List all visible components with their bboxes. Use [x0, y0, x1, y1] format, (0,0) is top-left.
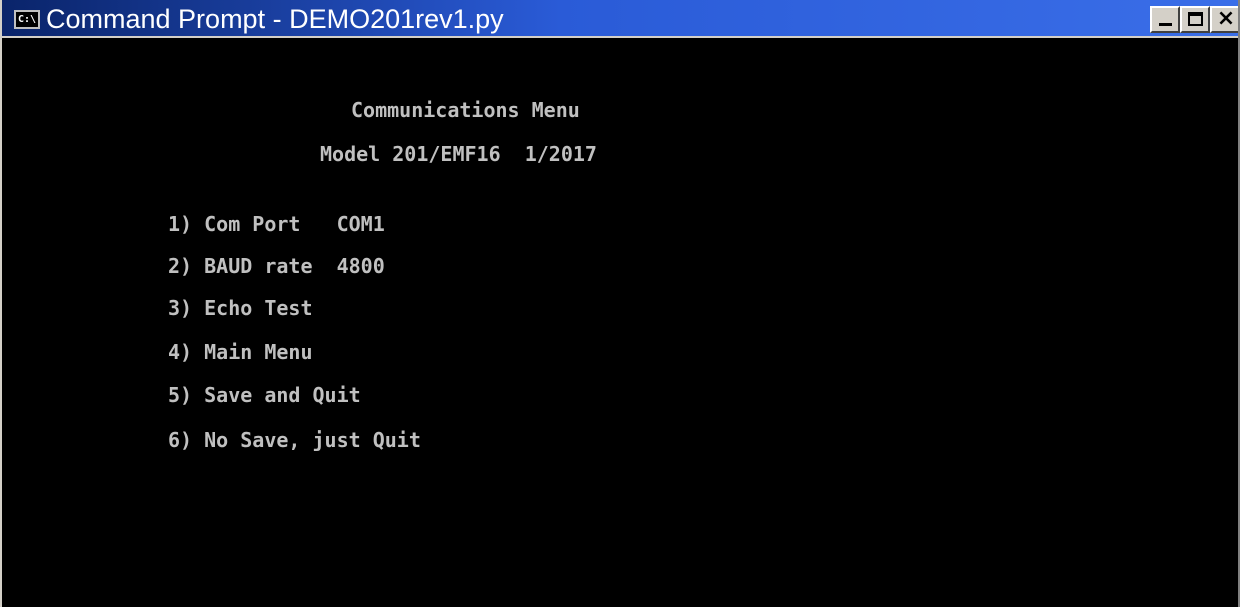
console-output[interactable]: Communications Menu Model 201/EMF16 1/20…	[4, 38, 1238, 607]
menu-item-echo-test: 3) Echo Test	[168, 296, 313, 320]
window-title: Command Prompt - DEMO201rev1.py	[46, 4, 504, 34]
maximize-button[interactable]	[1180, 6, 1210, 33]
menu-heading: Communications Menu	[351, 98, 580, 122]
title-bar[interactable]: C:\ Command Prompt - DEMO201rev1.py ×	[2, 0, 1238, 38]
menu-item-com-port: 1) Com Port COM1	[168, 212, 385, 236]
menu-item-baud-rate: 2) BAUD rate 4800	[168, 254, 385, 278]
close-button[interactable]: ×	[1210, 6, 1238, 33]
menu-subheading: Model 201/EMF16 1/2017	[320, 142, 597, 166]
command-prompt-icon[interactable]: C:\	[14, 10, 40, 29]
minimize-button[interactable]	[1150, 6, 1180, 33]
close-icon: ×	[1216, 6, 1236, 31]
command-prompt-window: C:\ Command Prompt - DEMO201rev1.py × Co…	[0, 0, 1240, 607]
menu-item-main-menu: 4) Main Menu	[168, 340, 313, 364]
minimize-icon	[1159, 23, 1172, 26]
menu-item-save-and-quit: 5) Save and Quit	[168, 383, 361, 407]
menu-item-no-save-quit: 6) No Save, just Quit	[168, 428, 421, 452]
maximize-icon	[1188, 12, 1203, 26]
